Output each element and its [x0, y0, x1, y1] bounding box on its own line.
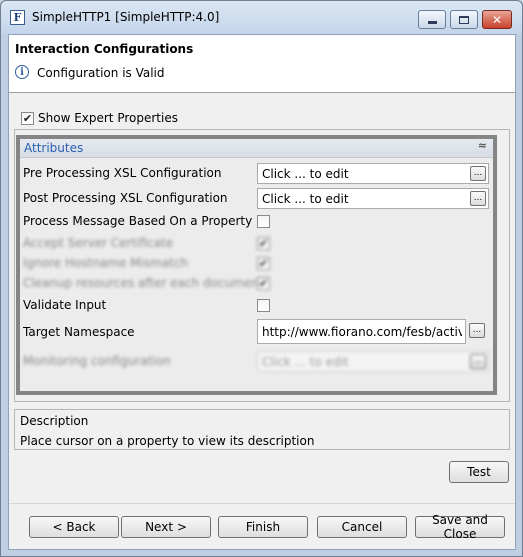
prop-label-monitoring-configuration: Monitoring configuration [23, 354, 171, 368]
maximize-button[interactable] [450, 10, 478, 29]
description-text: Place cursor on a property to view its d… [20, 434, 315, 448]
title-bar[interactable]: F SimpleHTTP1 [SimpleHTTP:4.0] ✕ [1, 1, 522, 34]
pre-processing-xsl-edit-button[interactable]: ... [470, 166, 486, 181]
prop-label-process-message-based-on-property: Process Message Based On a Property [23, 214, 253, 228]
ignore-hostname-mismatch-checkbox[interactable]: ✔ [257, 257, 270, 270]
prop-label-validate-input: Validate Input [23, 298, 107, 312]
prop-label-ignore-hostname-mismatch: Ignore Hostname Mismatch [23, 256, 189, 270]
prop-label-target-namespace: Target Namespace [23, 325, 135, 339]
prop-label-pre-processing-xsl: Pre Processing XSL Configuration [23, 166, 222, 180]
description-title: Description [20, 414, 89, 428]
minimize-icon [427, 21, 437, 24]
cancel-button[interactable]: Cancel [317, 516, 407, 538]
window-title: SimpleHTTP1 [SimpleHTTP:4.0] [32, 10, 220, 24]
pre-processing-xsl-value: Click ... to edit [262, 167, 349, 181]
monitoring-configuration-value: Click ... to edit [262, 355, 349, 369]
show-expert-checkbox[interactable]: ✔ [21, 111, 34, 125]
show-expert-label: Show Expert Properties [38, 111, 178, 125]
prop-label-cleanup-resources: Cleanup resources after each document [23, 276, 264, 290]
show-expert-properties[interactable]: ✔ Show Expert Properties [21, 110, 178, 126]
save-and-close-button[interactable]: Save and Close [415, 513, 505, 541]
collapse-chevron-icon[interactable]: ≈ [478, 140, 487, 151]
page-title: Interaction Configurations [15, 42, 194, 56]
footer-divider [9, 503, 515, 504]
dialog-content: Interaction Configurations i Configurati… [8, 34, 516, 550]
prop-label-post-processing-xsl: Post Processing XSL Configuration [23, 191, 228, 205]
accept-server-certificate-checkbox[interactable]: ✔ [257, 237, 270, 250]
info-icon: i [15, 65, 29, 79]
process-message-property-checkbox[interactable] [257, 215, 270, 228]
post-processing-xsl-value: Click ... to edit [262, 192, 349, 206]
next-button[interactable]: Next > [121, 516, 211, 538]
target-namespace-field[interactable]: http://www.fiorano.com/fesb/activity [257, 319, 466, 344]
attributes-title: Attributes [24, 141, 84, 155]
test-button[interactable]: Test [449, 461, 509, 483]
app-logo-icon: F [10, 10, 25, 25]
dialog-window: F SimpleHTTP1 [SimpleHTTP:4.0] ✕ Interac… [0, 0, 523, 557]
post-processing-xsl-field[interactable]: Click ... to edit ... [257, 188, 489, 209]
validation-status: Configuration is Valid [37, 66, 165, 80]
monitoring-configuration-field[interactable]: Click ... to edit ... [257, 351, 489, 372]
prop-label-accept-server-certificate: Accept Server Certificate [23, 236, 174, 250]
minimize-button[interactable] [418, 10, 446, 29]
cleanup-resources-checkbox[interactable]: ✔ [257, 277, 270, 290]
pre-processing-xsl-field[interactable]: Click ... to edit ... [257, 163, 489, 184]
close-button[interactable]: ✕ [482, 10, 512, 29]
monitoring-configuration-edit-button[interactable]: ... [470, 354, 486, 369]
description-panel: Description Place cursor on a property t… [14, 409, 510, 450]
maximize-icon [459, 15, 469, 24]
finish-button[interactable]: Finish [218, 516, 308, 538]
target-namespace-edit-button[interactable]: ... [469, 323, 485, 338]
target-namespace-value: http://www.fiorano.com/fesb/activity [262, 325, 462, 339]
attributes-panel: Attributes ≈ Pre Processing XSL Configur… [16, 135, 497, 395]
validate-input-checkbox[interactable] [257, 299, 270, 312]
close-icon: ✕ [491, 12, 503, 27]
header-panel: Interaction Configurations i Configurati… [9, 35, 515, 93]
post-processing-xsl-edit-button[interactable]: ... [470, 191, 486, 206]
attributes-header[interactable]: Attributes ≈ [20, 139, 493, 158]
back-button[interactable]: < Back [29, 516, 119, 538]
